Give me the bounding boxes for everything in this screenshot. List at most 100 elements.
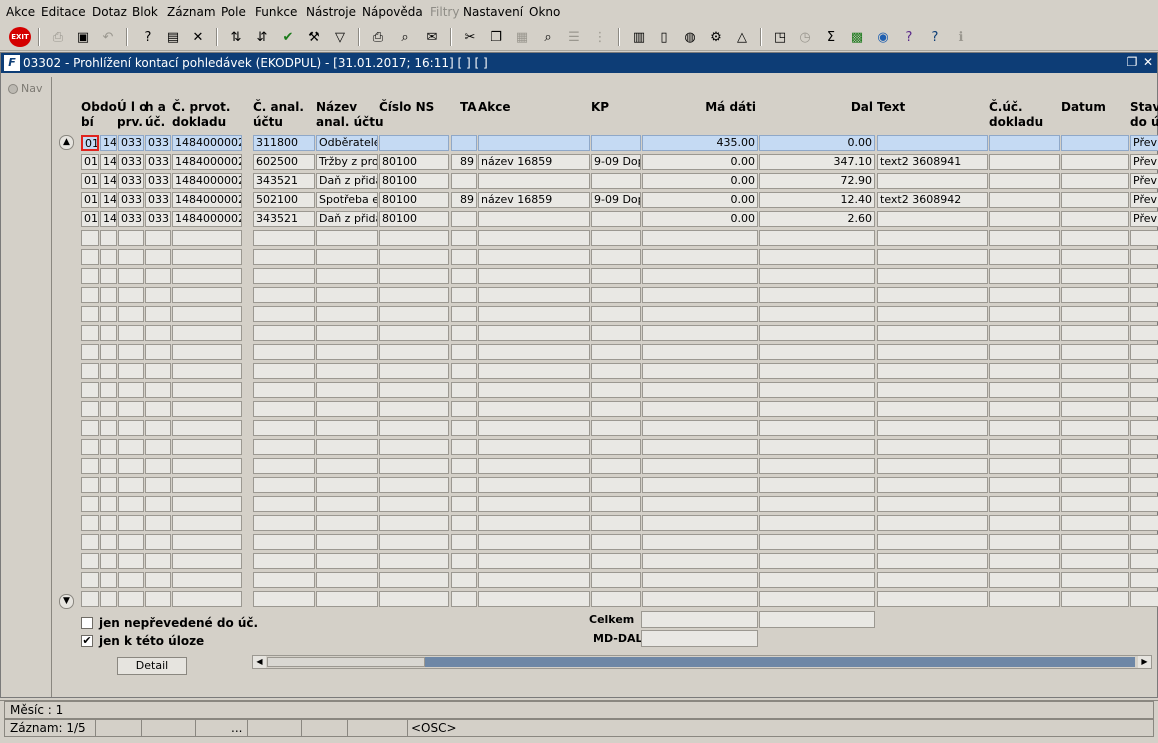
chart-icon[interactable]: ◳ — [770, 27, 790, 47]
cell-uloha-prv[interactable] — [118, 572, 144, 588]
cell-dal[interactable] — [759, 515, 875, 531]
cell-ma-dati[interactable] — [642, 496, 758, 512]
cell-anal-ucet[interactable] — [253, 230, 315, 246]
cell-dal[interactable] — [759, 230, 875, 246]
cell-uc-doklad[interactable] — [989, 363, 1060, 379]
cell-text[interactable] — [877, 591, 988, 607]
cell-cislo-ns[interactable] — [379, 268, 449, 284]
cell-obdobi[interactable] — [81, 477, 99, 493]
cell-text[interactable] — [877, 173, 988, 189]
cell-dal[interactable]: 2.60 — [759, 211, 875, 227]
cell-kp[interactable] — [591, 135, 641, 151]
cell-datum[interactable] — [1061, 515, 1129, 531]
cell-cislo-ns[interactable] — [379, 306, 449, 322]
cell-uloha-prv[interactable] — [118, 477, 144, 493]
unposted-filter[interactable]: jen nepřevedené do úč. — [81, 616, 258, 630]
cell-akce[interactable] — [478, 211, 590, 227]
cell-ta[interactable]: 89 — [451, 154, 477, 170]
cell-text[interactable] — [877, 287, 988, 303]
cell-prvot-doklad[interactable] — [172, 401, 242, 417]
cell-ma-dati[interactable] — [642, 325, 758, 341]
cell-stav[interactable] — [1130, 344, 1158, 360]
cell-obdobi[interactable] — [81, 306, 99, 322]
cell-akce[interactable] — [478, 382, 590, 398]
cell-prvot-doklad[interactable] — [172, 344, 242, 360]
cell-anal-ucet[interactable] — [253, 268, 315, 284]
cell-datum[interactable] — [1061, 192, 1129, 208]
cell-dal[interactable]: 0.00 — [759, 135, 875, 151]
info-icon[interactable]: ℹ — [951, 27, 971, 47]
cell-do[interactable] — [100, 306, 117, 322]
cell-dal[interactable] — [759, 572, 875, 588]
cell-datum[interactable] — [1061, 591, 1129, 607]
cell-ta[interactable] — [451, 344, 477, 360]
cell-nazev-anal[interactable] — [316, 591, 378, 607]
cell-text[interactable] — [877, 572, 988, 588]
cell-nazev-anal[interactable]: Daň z přidan — [316, 173, 378, 189]
cell-obdobi[interactable] — [81, 439, 99, 455]
cell-uloha-prv[interactable] — [118, 268, 144, 284]
cell-prvot-doklad[interactable]: 1484000002 — [172, 173, 242, 189]
menu-funkce[interactable]: Funkce — [255, 5, 297, 19]
cell-dal[interactable] — [759, 420, 875, 436]
cell-stav[interactable] — [1130, 534, 1158, 550]
cell-prvot-doklad[interactable] — [172, 249, 242, 265]
gear-icon[interactable]: ⚙ — [706, 27, 726, 47]
cell-prvot-doklad[interactable] — [172, 287, 242, 303]
cell-kp[interactable] — [591, 572, 641, 588]
cell-text[interactable] — [877, 325, 988, 341]
web-icon[interactable]: ◉ — [873, 27, 893, 47]
cell-stav[interactable] — [1130, 515, 1158, 531]
cell-stav[interactable] — [1130, 591, 1158, 607]
cell-nazev-anal[interactable] — [316, 401, 378, 417]
cell-ma-dati[interactable] — [642, 553, 758, 569]
cell-kp[interactable] — [591, 173, 641, 189]
cell-uloha-prv[interactable] — [118, 230, 144, 246]
cell-anal-ucet[interactable] — [253, 553, 315, 569]
cell-ta[interactable] — [451, 287, 477, 303]
triangle-icon[interactable]: △ — [732, 27, 752, 47]
cell-stav[interactable] — [1130, 458, 1158, 474]
cell-uc-doklad[interactable] — [989, 553, 1060, 569]
cell-text[interactable] — [877, 135, 988, 151]
cell-prvot-doklad[interactable] — [172, 458, 242, 474]
cell-dal[interactable] — [759, 591, 875, 607]
cell-cislo-ns[interactable] — [379, 249, 449, 265]
cell-ta[interactable] — [451, 363, 477, 379]
cell-ta[interactable]: 89 — [451, 192, 477, 208]
cell-uloha-uc[interactable] — [145, 553, 171, 569]
cell-datum[interactable] — [1061, 572, 1129, 588]
cell-nazev-anal[interactable] — [316, 344, 378, 360]
menu-napoveda[interactable]: Nápověda — [362, 5, 423, 19]
cell-prvot-doklad[interactable] — [172, 382, 242, 398]
cell-dal[interactable] — [759, 458, 875, 474]
cell-ta[interactable] — [451, 249, 477, 265]
cell-uloha-uc[interactable]: 033 — [145, 154, 171, 170]
cell-datum[interactable] — [1061, 439, 1129, 455]
query-cancel-icon[interactable]: ✕ — [188, 27, 208, 47]
cell-cislo-ns[interactable]: 80100 — [379, 154, 449, 170]
cell-stav[interactable] — [1130, 477, 1158, 493]
cell-akce[interactable] — [478, 268, 590, 284]
cell-akce[interactable] — [478, 249, 590, 265]
cell-kp[interactable] — [591, 344, 641, 360]
paste-icon[interactable]: ▦ — [512, 27, 532, 47]
cell-uloha-uc[interactable] — [145, 496, 171, 512]
cell-do[interactable]: 14 — [100, 173, 117, 189]
cell-nazev-anal[interactable] — [316, 572, 378, 588]
cell-cislo-ns[interactable] — [379, 496, 449, 512]
cell-obdobi[interactable]: 01 — [81, 211, 99, 227]
print-preview-icon[interactable]: ⌕ — [395, 27, 415, 47]
cell-stav[interactable]: Přev — [1130, 211, 1158, 227]
cell-dal[interactable] — [759, 249, 875, 265]
cell-datum[interactable] — [1061, 534, 1129, 550]
cell-datum[interactable] — [1061, 458, 1129, 474]
cell-ma-dati[interactable] — [642, 306, 758, 322]
cell-ta[interactable] — [451, 230, 477, 246]
cell-akce[interactable] — [478, 591, 590, 607]
cell-uloha-prv[interactable] — [118, 591, 144, 607]
cell-obdobi[interactable] — [81, 534, 99, 550]
cell-text[interactable] — [877, 401, 988, 417]
cell-obdobi[interactable] — [81, 344, 99, 360]
cell-ta[interactable] — [451, 458, 477, 474]
